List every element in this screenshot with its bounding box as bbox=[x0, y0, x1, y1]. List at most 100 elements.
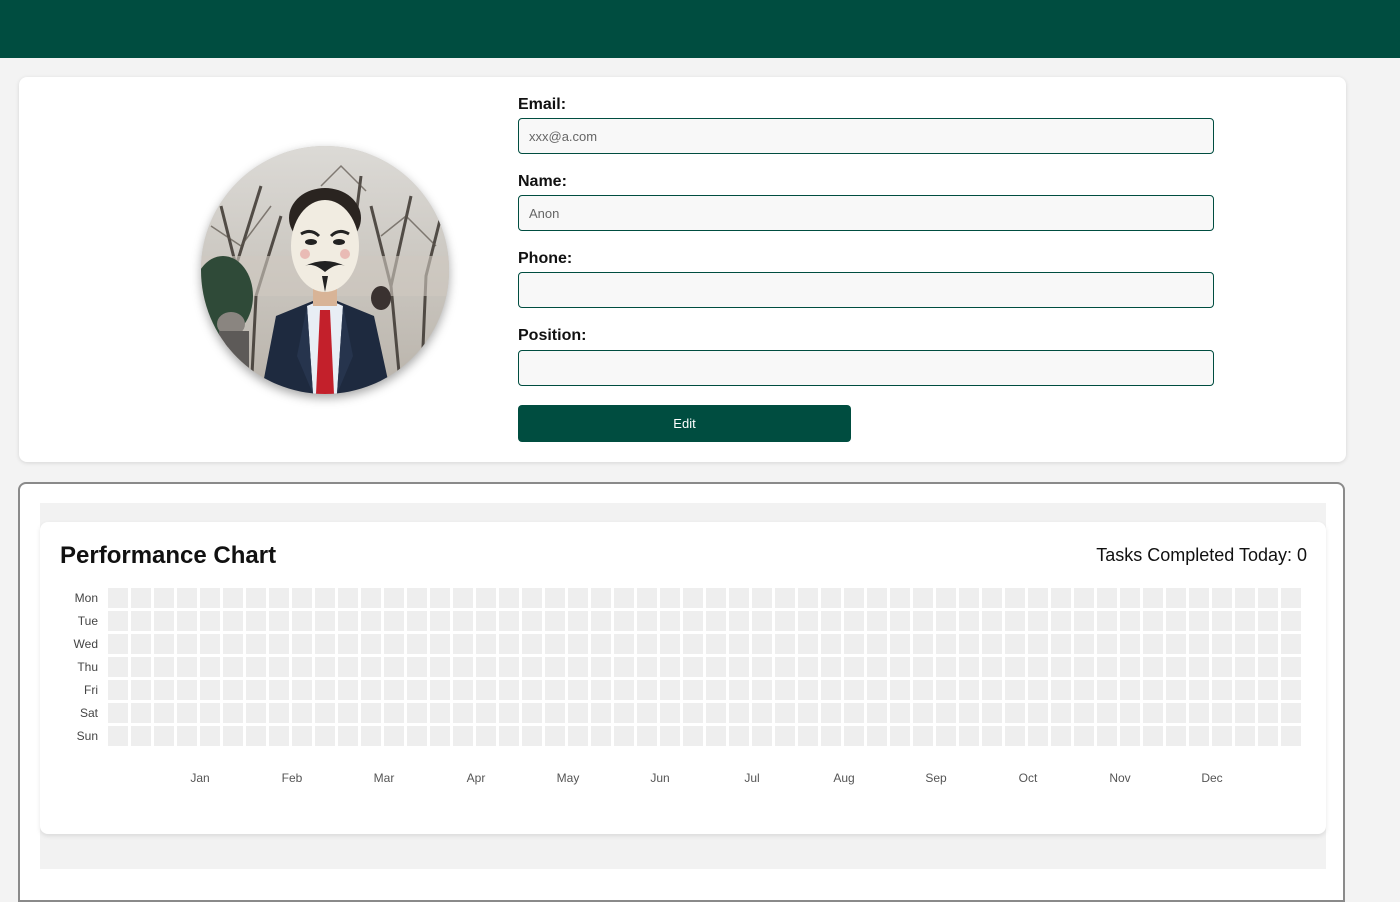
heatmap-cell[interactable] bbox=[1258, 657, 1278, 677]
heatmap-cell[interactable] bbox=[821, 611, 841, 631]
heatmap-cell[interactable] bbox=[591, 703, 611, 723]
heatmap-cell[interactable] bbox=[453, 634, 473, 654]
heatmap-cell[interactable] bbox=[430, 703, 450, 723]
heatmap-cell[interactable] bbox=[729, 588, 749, 608]
heatmap-cell[interactable] bbox=[844, 680, 864, 700]
heatmap-cell[interactable] bbox=[476, 611, 496, 631]
heatmap-cell[interactable] bbox=[1189, 611, 1209, 631]
heatmap-cell[interactable] bbox=[1212, 634, 1232, 654]
heatmap-cell[interactable] bbox=[936, 657, 956, 677]
heatmap-cell[interactable] bbox=[660, 680, 680, 700]
heatmap-cell[interactable] bbox=[683, 703, 703, 723]
heatmap-cell[interactable] bbox=[1051, 588, 1071, 608]
heatmap-cell[interactable] bbox=[798, 726, 818, 746]
heatmap-cell[interactable] bbox=[246, 703, 266, 723]
heatmap-cell[interactable] bbox=[959, 634, 979, 654]
heatmap-cell[interactable] bbox=[660, 634, 680, 654]
heatmap-cell[interactable] bbox=[936, 703, 956, 723]
heatmap-cell[interactable] bbox=[1028, 634, 1048, 654]
heatmap-cell[interactable] bbox=[913, 703, 933, 723]
heatmap-cell[interactable] bbox=[591, 680, 611, 700]
heatmap-cell[interactable] bbox=[752, 703, 772, 723]
heatmap-cell[interactable] bbox=[499, 611, 519, 631]
heatmap-cell[interactable] bbox=[407, 657, 427, 677]
heatmap-cell[interactable] bbox=[775, 588, 795, 608]
heatmap-cell[interactable] bbox=[131, 634, 151, 654]
heatmap-cell[interactable] bbox=[1281, 634, 1301, 654]
heatmap-cell[interactable] bbox=[936, 634, 956, 654]
heatmap-cell[interactable] bbox=[1097, 657, 1117, 677]
heatmap-cell[interactable] bbox=[1074, 611, 1094, 631]
heatmap-cell[interactable] bbox=[1051, 611, 1071, 631]
heatmap-cell[interactable] bbox=[798, 611, 818, 631]
heatmap-cell[interactable] bbox=[1074, 726, 1094, 746]
heatmap-cell[interactable] bbox=[292, 634, 312, 654]
heatmap-cell[interactable] bbox=[1258, 611, 1278, 631]
heatmap-cell[interactable] bbox=[660, 611, 680, 631]
heatmap-cell[interactable] bbox=[200, 611, 220, 631]
heatmap-cell[interactable] bbox=[637, 680, 657, 700]
heatmap-cell[interactable] bbox=[1097, 588, 1117, 608]
heatmap-cell[interactable] bbox=[1120, 588, 1140, 608]
heatmap-cell[interactable] bbox=[1258, 680, 1278, 700]
heatmap-cell[interactable] bbox=[1235, 680, 1255, 700]
heatmap-cell[interactable] bbox=[706, 726, 726, 746]
heatmap-cell[interactable] bbox=[844, 657, 864, 677]
heatmap-cell[interactable] bbox=[407, 611, 427, 631]
heatmap-cell[interactable] bbox=[177, 680, 197, 700]
heatmap-cell[interactable] bbox=[890, 657, 910, 677]
heatmap-cell[interactable] bbox=[384, 611, 404, 631]
heatmap-cell[interactable] bbox=[1281, 657, 1301, 677]
heatmap-cell[interactable] bbox=[1258, 634, 1278, 654]
heatmap-cell[interactable] bbox=[476, 588, 496, 608]
heatmap-cell[interactable] bbox=[982, 703, 1002, 723]
heatmap-cell[interactable] bbox=[177, 703, 197, 723]
heatmap-cell[interactable] bbox=[223, 680, 243, 700]
heatmap-cell[interactable] bbox=[752, 588, 772, 608]
heatmap-cell[interactable] bbox=[959, 680, 979, 700]
heatmap-cell[interactable] bbox=[752, 634, 772, 654]
heatmap-cell[interactable] bbox=[729, 703, 749, 723]
heatmap-cell[interactable] bbox=[959, 726, 979, 746]
heatmap-cell[interactable] bbox=[154, 634, 174, 654]
heatmap-cell[interactable] bbox=[1235, 634, 1255, 654]
heatmap-cell[interactable] bbox=[1235, 611, 1255, 631]
heatmap-cell[interactable] bbox=[1097, 680, 1117, 700]
name-field[interactable] bbox=[518, 195, 1214, 231]
heatmap-cell[interactable] bbox=[1028, 657, 1048, 677]
heatmap-cell[interactable] bbox=[775, 611, 795, 631]
heatmap-cell[interactable] bbox=[844, 703, 864, 723]
heatmap-cell[interactable] bbox=[315, 588, 335, 608]
heatmap-cell[interactable] bbox=[200, 634, 220, 654]
heatmap-cell[interactable] bbox=[959, 588, 979, 608]
heatmap-cell[interactable] bbox=[706, 703, 726, 723]
heatmap-cell[interactable] bbox=[867, 611, 887, 631]
heatmap-cell[interactable] bbox=[568, 726, 588, 746]
heatmap-cell[interactable] bbox=[361, 726, 381, 746]
heatmap-cell[interactable] bbox=[1005, 657, 1025, 677]
heatmap-cell[interactable] bbox=[959, 703, 979, 723]
heatmap-cell[interactable] bbox=[108, 726, 128, 746]
heatmap-cell[interactable] bbox=[614, 634, 634, 654]
heatmap-cell[interactable] bbox=[867, 588, 887, 608]
heatmap-cell[interactable] bbox=[568, 657, 588, 677]
heatmap-cell[interactable] bbox=[1235, 703, 1255, 723]
heatmap-cell[interactable] bbox=[522, 680, 542, 700]
heatmap-cell[interactable] bbox=[729, 680, 749, 700]
heatmap-cell[interactable] bbox=[1051, 726, 1071, 746]
heatmap-cell[interactable] bbox=[1074, 680, 1094, 700]
heatmap-cell[interactable] bbox=[269, 703, 289, 723]
heatmap-cell[interactable] bbox=[476, 657, 496, 677]
heatmap-cell[interactable] bbox=[775, 680, 795, 700]
heatmap-cell[interactable] bbox=[108, 680, 128, 700]
heatmap-cell[interactable] bbox=[683, 588, 703, 608]
heatmap-cell[interactable] bbox=[591, 634, 611, 654]
heatmap-cell[interactable] bbox=[108, 634, 128, 654]
heatmap-cell[interactable] bbox=[1189, 680, 1209, 700]
heatmap-cell[interactable] bbox=[890, 680, 910, 700]
heatmap-cell[interactable] bbox=[706, 657, 726, 677]
heatmap-cell[interactable] bbox=[1028, 680, 1048, 700]
heatmap-cell[interactable] bbox=[154, 657, 174, 677]
heatmap-cell[interactable] bbox=[1281, 726, 1301, 746]
heatmap-cell[interactable] bbox=[591, 726, 611, 746]
